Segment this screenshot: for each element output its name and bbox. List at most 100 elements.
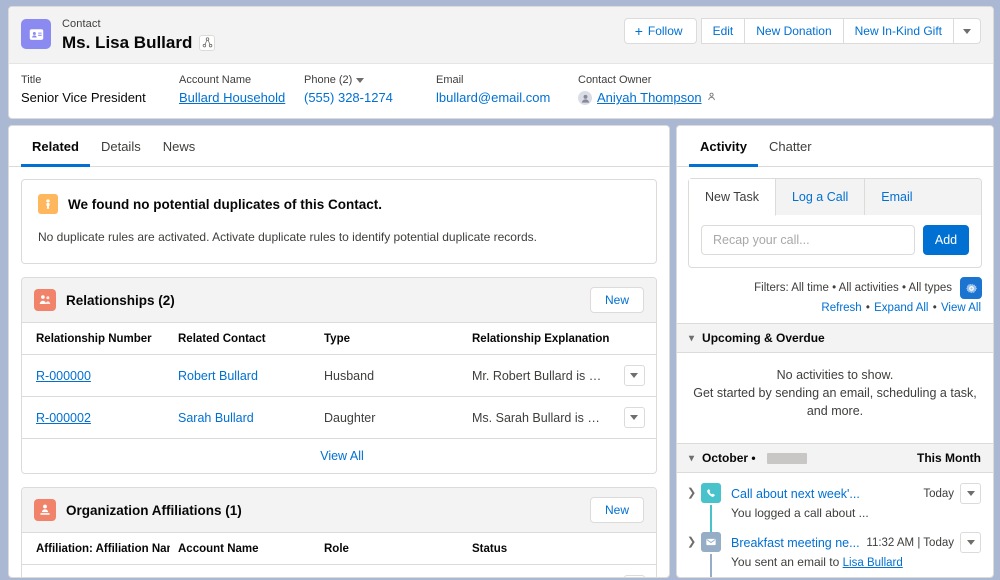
tab-activity[interactable]: Activity	[689, 126, 758, 167]
call-icon	[701, 483, 721, 503]
plus-icon: +	[634, 23, 643, 39]
change-owner-icon[interactable]	[707, 89, 718, 107]
timeline-description: You sent an email to Lisa Bullard	[731, 555, 903, 569]
hierarchy-icon[interactable]	[199, 34, 216, 51]
right-column: Activity Chatter New Task Log a Call Ema…	[676, 125, 994, 578]
timeline-description-text: You sent an email to	[731, 555, 840, 569]
redacted-year	[766, 452, 807, 464]
relationships-new-button[interactable]: New	[589, 287, 644, 313]
avatar	[578, 91, 592, 105]
section-october[interactable]: ▾ October • This Month	[677, 443, 993, 473]
activity-panel: New Task Log a Call Email Add Filters: A…	[677, 167, 993, 577]
highlights-fields: Title Senior Vice President Account Name…	[9, 64, 993, 118]
field-phone: Phone (2) (555) 328-1274	[304, 73, 436, 107]
duplicate-person-icon	[38, 194, 58, 214]
gear-icon[interactable]	[960, 277, 982, 299]
timeline-item-body: Call about next week'... Today You logge…	[731, 483, 981, 522]
tab-related[interactable]: Related	[21, 126, 90, 167]
highlights-panel: Contact Ms. Lisa Bullard + Follow Edit N…	[8, 6, 994, 119]
timeline-item: ❯ Qualification notes	[677, 571, 993, 577]
left-tab-bar: Related Details News	[9, 126, 669, 167]
new-in-kind-gift-button[interactable]: New In-Kind Gift	[842, 18, 954, 44]
edit-button[interactable]: Edit	[700, 18, 746, 44]
timeline-item: ❯ Breakfast meeting ne... 11:32 AM | Tod…	[677, 522, 993, 577]
timeline-item-actions-button[interactable]	[960, 532, 981, 553]
related-contact-link[interactable]: Sarah Bullard	[178, 411, 254, 425]
relationships-view-all-link[interactable]: View All	[320, 449, 364, 463]
cell-row-actions	[614, 564, 656, 577]
column-header[interactable]: Type	[316, 323, 464, 355]
relationships-title: Relationships (2)	[66, 292, 175, 308]
email-link[interactable]: lbullard@email.com	[436, 89, 550, 107]
expand-chevron-right-icon[interactable]: ❯	[687, 532, 701, 571]
timeline-subject-link[interactable]: Breakfast meeting ne...	[731, 536, 860, 550]
tab-details[interactable]: Details	[90, 126, 152, 167]
contact-owner-link[interactable]: Aniyah Thompson	[597, 89, 702, 107]
expand-chevron-right-icon[interactable]: ❯	[687, 483, 701, 522]
publisher-body: Add	[689, 215, 981, 267]
field-email-label: Email	[436, 74, 464, 86]
column-header[interactable]: Relationship Explanation	[464, 323, 614, 355]
cell-role: Senior Vice President	[316, 564, 464, 577]
empty-state-line-2: Get started by sending an email, schedul…	[693, 386, 977, 418]
column-header[interactable]: Affiliation: Affiliation Name	[22, 533, 170, 565]
row-actions-button[interactable]	[623, 365, 645, 386]
recap-call-input[interactable]	[701, 225, 915, 255]
cell-type: Husband	[316, 354, 464, 397]
cell-relationship-number: R-000002	[22, 396, 170, 439]
related-contact-link[interactable]: Robert Bullard	[178, 369, 258, 383]
activity-filters-row: Filters: All time • All activities • All…	[677, 268, 993, 299]
publisher-tab-log-a-call[interactable]: Log a Call	[776, 179, 866, 215]
relationship-number-link[interactable]: R-000000	[36, 369, 91, 383]
highlights-top-row: Contact Ms. Lisa Bullard + Follow Edit N…	[9, 7, 993, 64]
timeline-item-actions-button[interactable]	[960, 483, 981, 504]
field-phone-label-text: Phone (2)	[304, 74, 353, 86]
relationships-header: Relationships (2) New	[22, 278, 656, 323]
more-actions-button[interactable]	[953, 18, 981, 44]
publisher-tab-new-task[interactable]: New Task	[689, 179, 776, 216]
table-header-row: Affiliation: Affiliation Name Account Na…	[22, 533, 656, 565]
column-header[interactable]: Account Name	[170, 533, 316, 565]
empty-state-line-1: No activities to show.	[776, 368, 894, 382]
section-upcoming-overdue[interactable]: ▾ Upcoming & Overdue	[677, 323, 993, 353]
row-actions-button[interactable]	[623, 575, 645, 577]
tab-chatter[interactable]: Chatter	[758, 126, 823, 167]
cell-related-contact: Sarah Bullard	[170, 396, 316, 439]
phone-chevron-down-icon[interactable]	[356, 78, 365, 83]
timeline-subject-link[interactable]: Call about next week'...	[731, 487, 917, 501]
column-header[interactable]: Status	[464, 533, 614, 565]
timeline-description-link[interactable]: Lisa Bullard	[843, 557, 903, 569]
email-icon	[701, 532, 721, 552]
new-donation-button[interactable]: New Donation	[744, 18, 844, 44]
relationship-number-link[interactable]: R-000002	[36, 411, 91, 425]
publisher-tabs: New Task Log a Call Email	[689, 179, 981, 216]
section-october-title: October •	[702, 451, 756, 465]
row-actions-button[interactable]	[623, 407, 645, 428]
follow-button[interactable]: + Follow	[623, 18, 697, 44]
chevron-down-icon: ▾	[689, 452, 695, 464]
timeline-item-body: Breakfast meeting ne... 11:32 AM | Today…	[731, 532, 981, 571]
column-header[interactable]: Role	[316, 533, 464, 565]
expand-all-link[interactable]: Expand All	[874, 302, 928, 314]
field-title-label: Title	[21, 74, 42, 86]
duplicate-check-subtitle: No duplicate rules are activated. Activa…	[38, 230, 537, 244]
field-title-value: Senior Vice President	[21, 90, 146, 105]
follow-button-label: Follow	[647, 24, 683, 38]
table-row: R-000002 Sarah Bullard Daughter Ms. Sara…	[22, 396, 656, 439]
affiliation-icon	[34, 499, 56, 521]
column-header[interactable]: Related Contact	[170, 323, 316, 355]
refresh-link[interactable]: Refresh	[821, 302, 861, 314]
account-name-link[interactable]: Bullard Household	[179, 89, 285, 107]
column-header-actions	[614, 533, 656, 565]
column-header[interactable]: Relationship Number	[22, 323, 170, 355]
timeline-item: ❯ Call about next week'... Today You log…	[677, 473, 993, 534]
view-all-link[interactable]: View All	[941, 302, 981, 314]
publisher-tab-email[interactable]: Email	[865, 179, 928, 215]
phone-link[interactable]: (555) 328-1274	[304, 89, 393, 107]
add-button[interactable]: Add	[923, 225, 969, 255]
contact-icon	[21, 19, 51, 49]
tab-news[interactable]: News	[152, 126, 207, 167]
affiliations-new-button[interactable]: New	[589, 497, 644, 523]
cell-relationship-explanation: Ms. Sarah Bullard is Ms. Lis...	[464, 396, 614, 439]
record-name-row: Ms. Lisa Bullard	[62, 32, 624, 53]
